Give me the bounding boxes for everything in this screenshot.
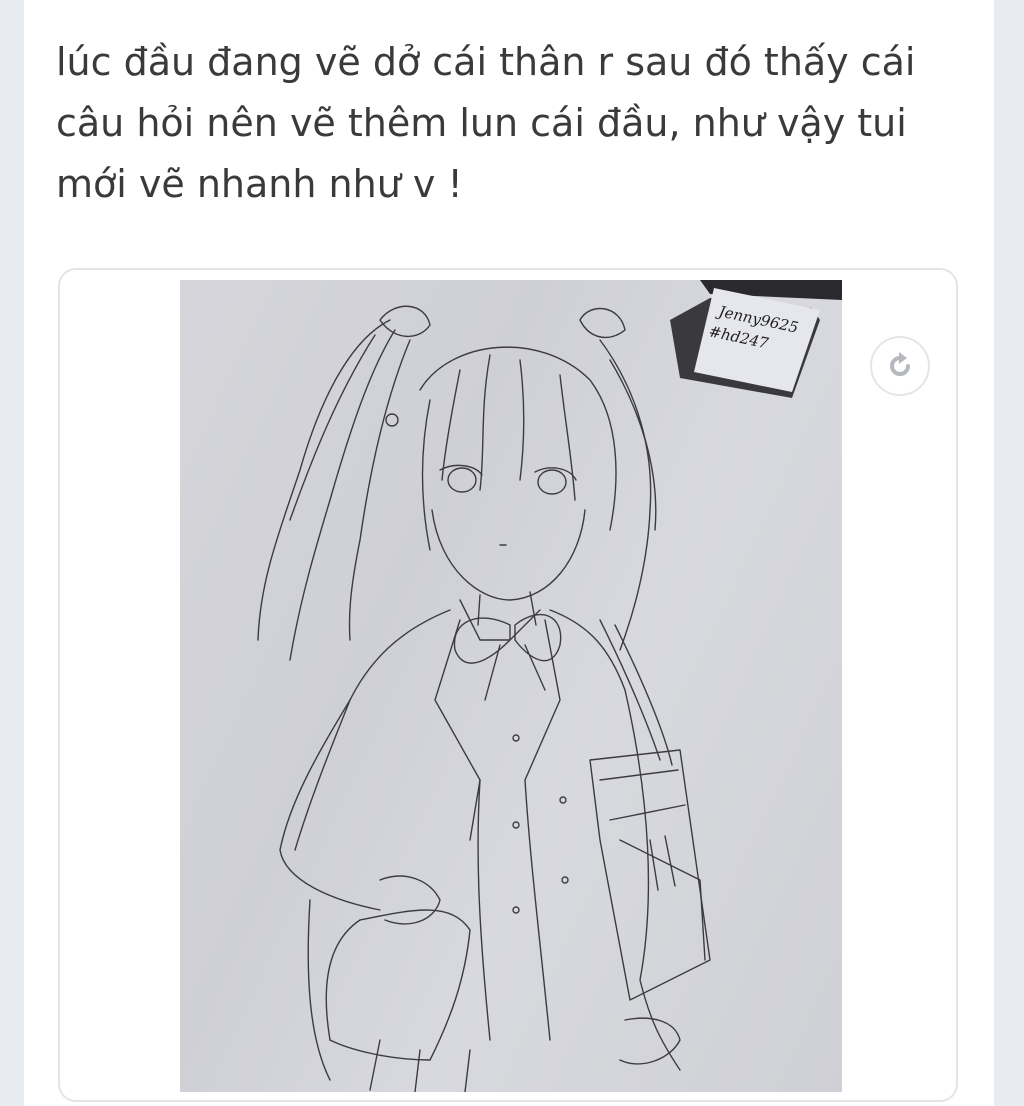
sticky-note: Jenny9625 #hd247	[670, 288, 820, 398]
post-body-text: lúc đầu đang vẽ dở cái thân r sau đó thấ…	[56, 40, 916, 206]
rotate-image-button[interactable]	[870, 336, 930, 396]
post-card: lúc đầu đang vẽ dở cái thân r sau đó thấ…	[24, 0, 994, 1106]
drawing-photo[interactable]: Jenny9625 #hd247	[180, 280, 842, 1092]
rotate-icon	[890, 352, 910, 376]
anime-girl-sketch: Jenny9625 #hd247	[257, 280, 842, 1092]
attached-image-frame[interactable]: Jenny9625 #hd247	[58, 268, 958, 1102]
